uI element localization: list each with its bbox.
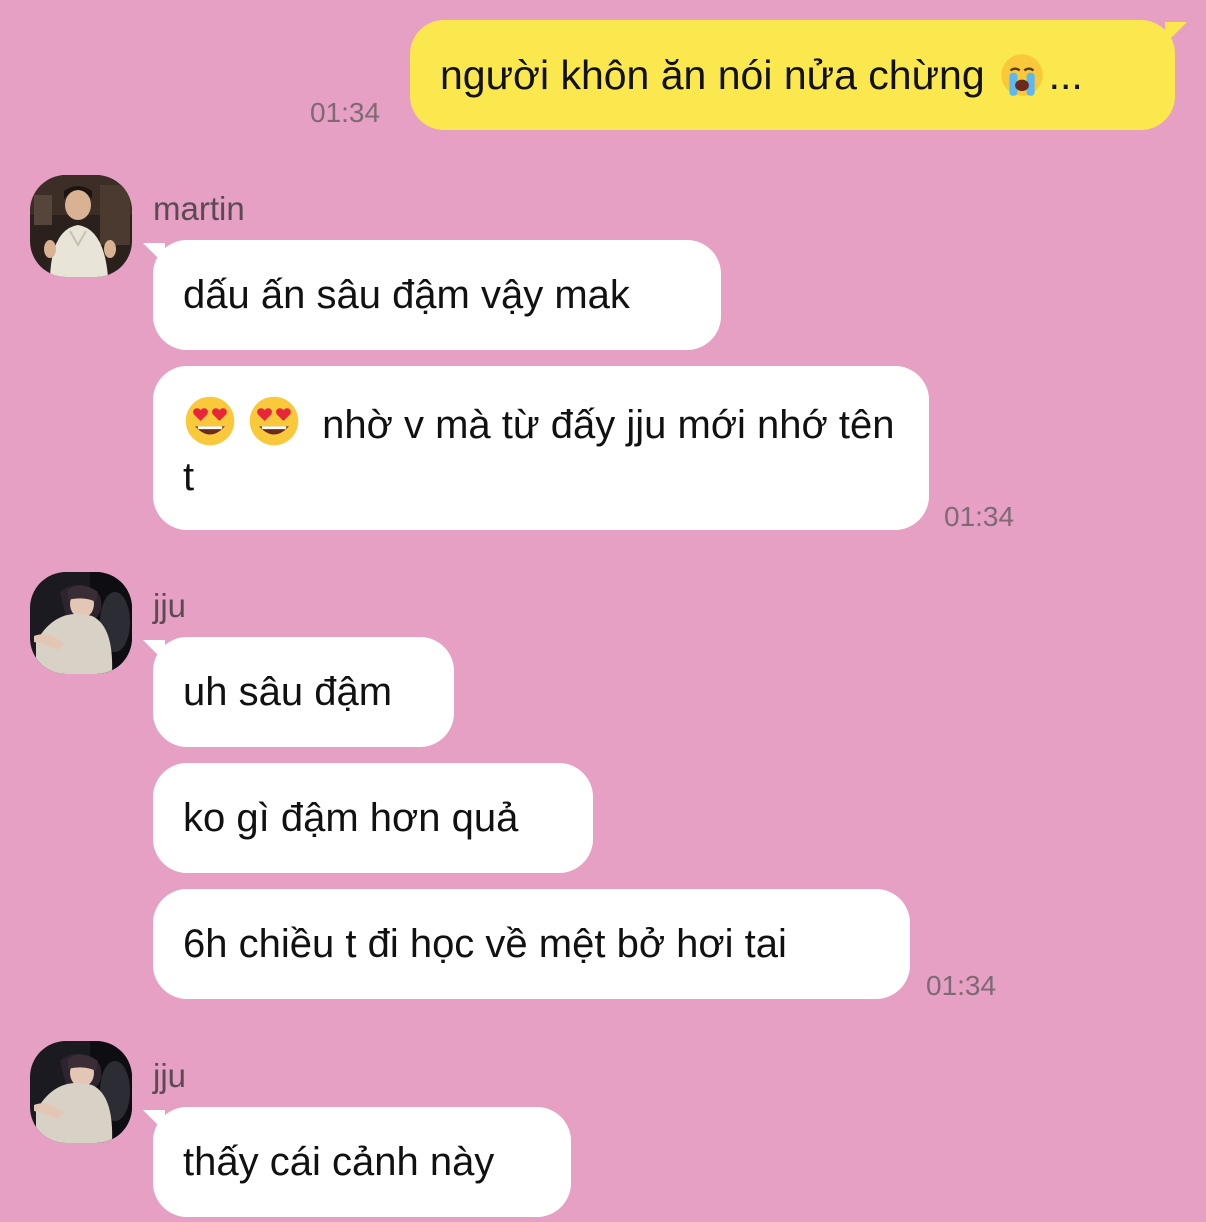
message-text: 6h chiều t đi học về mệt bở hơi tai [183,922,787,966]
message-timestamp: 01:34 [310,97,381,128]
sender-name: jju [153,1057,187,1094]
incoming-message-bubble[interactable]: thấy cái cảnh này [153,1107,571,1217]
heart-eyes-face-icon [249,396,299,446]
message-text: ko gì đậm hơn quả [183,796,519,840]
message-timestamp: 01:34 [944,501,1015,532]
incoming-message-bubble[interactable]: 6h chiều t đi học về mệt bở hơi tai [153,889,910,999]
bubble-tail [1165,22,1187,44]
outgoing-message-bubble[interactable]: người khôn ăn nói nửa chừng ... [410,20,1175,130]
jju-avatar[interactable] [30,572,132,674]
incoming-message-bubble[interactable]: uh sâu đậm [153,637,454,747]
incoming-message-bubble[interactable]: dấu ấn sâu đậm vậy mak [153,240,721,350]
message-text: dấu ấn sâu đậm vậy mak [183,273,630,317]
message-text: uh sâu đậm [183,670,393,714]
message-text: thấy cái cảnh này [183,1140,495,1184]
incoming-message-bubble[interactable]: ko gì đậm hơn quả [153,763,593,873]
message-timestamp: 01:34 [926,970,997,1001]
jju-avatar[interactable] [30,1041,132,1143]
incoming-message-bubble[interactable]: nhờ v mà từ đấy jju mới nhớ tên t [153,366,929,530]
message-ellipsis: ... [1048,52,1083,98]
message-text: người khôn ăn nói nửa chừng [440,52,985,98]
sender-name: martin [153,190,245,227]
loudly-crying-face-icon [1000,54,1043,96]
heart-eyes-face-icon [185,396,235,446]
sender-name: jju [153,587,187,624]
martin-avatar[interactable] [30,175,132,277]
